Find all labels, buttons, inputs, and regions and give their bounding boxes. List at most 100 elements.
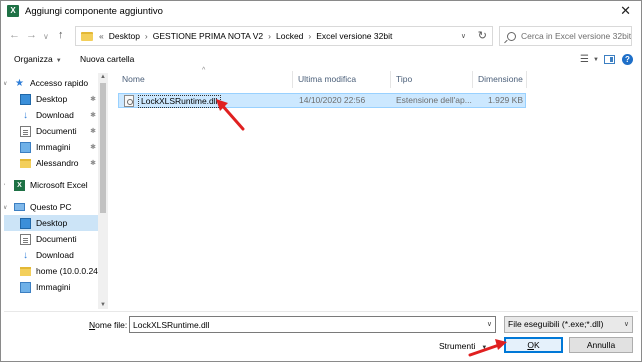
breadcrumb-gestione-prima-nota[interactable]: GESTIONE PRIMA NOTA V2 bbox=[153, 31, 263, 41]
chevron-down-icon[interactable]: ∨ bbox=[624, 317, 629, 332]
search-input[interactable] bbox=[521, 31, 631, 41]
breadcrumb-separator[interactable]: › bbox=[145, 31, 148, 41]
pin-icon: ✱ bbox=[90, 160, 96, 167]
column-divider[interactable] bbox=[390, 71, 391, 88]
navigation-bar: ← → ∨ ↑ « Desktop › GESTIONE PRIMA NOTA … bbox=[1, 25, 641, 47]
network-folder-icon bbox=[20, 266, 31, 276]
chevron-down-icon[interactable]: ∨ bbox=[4, 80, 7, 87]
filename-input[interactable] bbox=[130, 317, 480, 332]
sidebar-item-label: Accesso rapido bbox=[30, 78, 89, 88]
breadcrumb-overflow[interactable]: « bbox=[99, 31, 104, 41]
sidebar-item-label: Immagini bbox=[36, 142, 71, 152]
sidebar-item-desktop[interactable]: Desktop ✱ bbox=[4, 91, 98, 107]
file-size: 1.929 KB bbox=[488, 95, 523, 105]
sidebar-item-immagini-pc[interactable]: Immagini bbox=[4, 279, 98, 295]
column-header-name[interactable]: Nome bbox=[122, 71, 145, 88]
close-icon[interactable]: ✕ bbox=[620, 4, 631, 18]
documents-icon bbox=[20, 233, 31, 245]
column-divider[interactable] bbox=[292, 71, 293, 88]
organize-button[interactable]: Organizza ▼ bbox=[14, 54, 62, 64]
scrollbar-thumb[interactable] bbox=[100, 83, 106, 213]
refresh-icon[interactable]: ↻ bbox=[478, 29, 487, 42]
pin-icon: ✱ bbox=[90, 144, 96, 151]
desktop-icon bbox=[20, 217, 31, 229]
address-bar[interactable]: « Desktop › GESTIONE PRIMA NOTA V2 › Loc… bbox=[75, 26, 493, 46]
column-divider[interactable] bbox=[526, 71, 527, 88]
chevron-right-icon[interactable]: › bbox=[4, 182, 5, 188]
sidebar-item-label: Desktop bbox=[36, 94, 68, 104]
file-name[interactable]: LockXLSRuntime.dll bbox=[138, 95, 221, 108]
breadcrumb-desktop[interactable]: Desktop bbox=[109, 31, 140, 41]
sidebar-item-label: Microsoft Excel bbox=[30, 180, 88, 190]
column-header-size[interactable]: Dimensione bbox=[478, 71, 523, 88]
view-options-icon[interactable]: ☰ bbox=[580, 54, 589, 65]
help-icon[interactable]: ? bbox=[622, 54, 633, 65]
tools-button[interactable]: Strumenti ▼ bbox=[439, 341, 487, 351]
sidebar-item-label: Download bbox=[36, 250, 74, 260]
ok-button[interactable]: OK bbox=[504, 337, 563, 353]
sidebar-item-download[interactable]: ↓ Download ✱ bbox=[4, 107, 98, 123]
file-type-filter[interactable]: File eseguibili (*.exe;*.dll) ∨ bbox=[504, 316, 633, 333]
download-icon: ↓ bbox=[23, 249, 28, 261]
title-bar: X Aggiungi componente aggiuntivo ✕ bbox=[1, 1, 641, 21]
breadcrumb-separator[interactable]: › bbox=[308, 31, 311, 41]
breadcrumb-excel-32bit[interactable]: Excel versione 32bit bbox=[316, 31, 392, 41]
dll-file-icon bbox=[124, 95, 134, 107]
breadcrumb-separator[interactable]: › bbox=[268, 31, 271, 41]
column-header-type[interactable]: Tipo bbox=[396, 71, 412, 88]
sidebar-item-network-home[interactable]: home (10.0.0.245 bbox=[4, 263, 103, 279]
navigation-pane: ∨ ★ Accesso rapido Desktop ✱ ↓ Download … bbox=[4, 73, 108, 309]
sidebar-item-immagini[interactable]: Immagini ✱ bbox=[4, 139, 98, 155]
pin-icon: ✱ bbox=[90, 96, 96, 103]
chevron-down-icon[interactable]: ∨ bbox=[4, 204, 7, 211]
sidebar-item-this-pc[interactable]: ∨ Questo PC bbox=[4, 199, 98, 215]
filename-label: Nome file: bbox=[89, 320, 127, 330]
divider bbox=[4, 311, 638, 312]
organize-label: Organizza bbox=[14, 54, 53, 64]
sidebar-item-label: Alessandro bbox=[36, 158, 79, 168]
chevron-down-icon[interactable]: ▼ bbox=[593, 57, 599, 63]
sidebar-item-documenti[interactable]: Documenti ✱ bbox=[4, 123, 98, 139]
up-arrow-icon[interactable]: ↑ bbox=[58, 29, 64, 41]
column-header-modified[interactable]: Ultima modifica bbox=[298, 71, 356, 88]
folder-icon bbox=[81, 31, 93, 41]
preview-pane-icon[interactable] bbox=[604, 55, 615, 64]
sidebar-item-label: Documenti bbox=[36, 126, 77, 136]
excel-icon: X bbox=[14, 179, 25, 191]
sidebar-item-label: Immagini bbox=[36, 282, 71, 292]
column-divider[interactable] bbox=[472, 71, 473, 88]
search-box[interactable] bbox=[499, 26, 632, 46]
sidebar-item-label: home (10.0.0.245 bbox=[36, 266, 103, 276]
computer-icon bbox=[14, 203, 25, 211]
sidebar-item-documenti-pc[interactable]: Documenti bbox=[4, 231, 98, 247]
search-icon bbox=[507, 31, 516, 41]
file-row[interactable]: LockXLSRuntime.dll 14/10/2020 22:56 Este… bbox=[118, 93, 526, 108]
scroll-up-icon[interactable]: ▲ bbox=[100, 74, 106, 80]
filename-combobox[interactable]: ∨ bbox=[129, 316, 496, 333]
new-folder-button[interactable]: Nuova cartella bbox=[80, 54, 134, 64]
file-modified: 14/10/2020 22:56 bbox=[299, 95, 366, 105]
breadcrumb-locked[interactable]: Locked bbox=[276, 31, 303, 41]
sidebar-item-microsoft-excel[interactable]: › X Microsoft Excel bbox=[4, 177, 98, 193]
scroll-down-icon[interactable]: ▼ bbox=[100, 302, 106, 308]
sidebar-item-desktop-selected[interactable]: Desktop bbox=[4, 215, 98, 231]
back-arrow-icon[interactable]: ← bbox=[9, 29, 20, 41]
sidebar-item-download-pc[interactable]: ↓ Download bbox=[4, 247, 98, 263]
folder-icon bbox=[20, 158, 31, 168]
pictures-icon bbox=[20, 141, 31, 153]
recent-locations-chevron-icon[interactable]: ∨ bbox=[43, 31, 49, 43]
chevron-down-icon[interactable]: ∨ bbox=[487, 320, 492, 328]
sidebar-item-label: Documenti bbox=[36, 234, 77, 244]
sidebar-item-alessandro[interactable]: Alessandro ✱ bbox=[4, 155, 98, 171]
sidebar-item-quick-access[interactable]: ∨ ★ Accesso rapido bbox=[4, 75, 98, 91]
chevron-down-icon: ▼ bbox=[55, 58, 62, 64]
address-dropdown-icon[interactable]: ∨ bbox=[461, 32, 466, 40]
forward-arrow-icon[interactable]: → bbox=[26, 29, 37, 41]
file-type: Estensione dell'ap... bbox=[396, 95, 472, 105]
tools-label: Strumenti bbox=[439, 341, 476, 351]
download-icon: ↓ bbox=[23, 109, 28, 121]
cancel-button[interactable]: Annulla bbox=[569, 337, 633, 353]
pin-icon: ✱ bbox=[90, 128, 96, 135]
dialog-window: X Aggiungi componente aggiuntivo ✕ ← → ∨… bbox=[0, 0, 642, 362]
sidebar-scrollbar[interactable]: ▲ ▼ bbox=[98, 73, 108, 309]
